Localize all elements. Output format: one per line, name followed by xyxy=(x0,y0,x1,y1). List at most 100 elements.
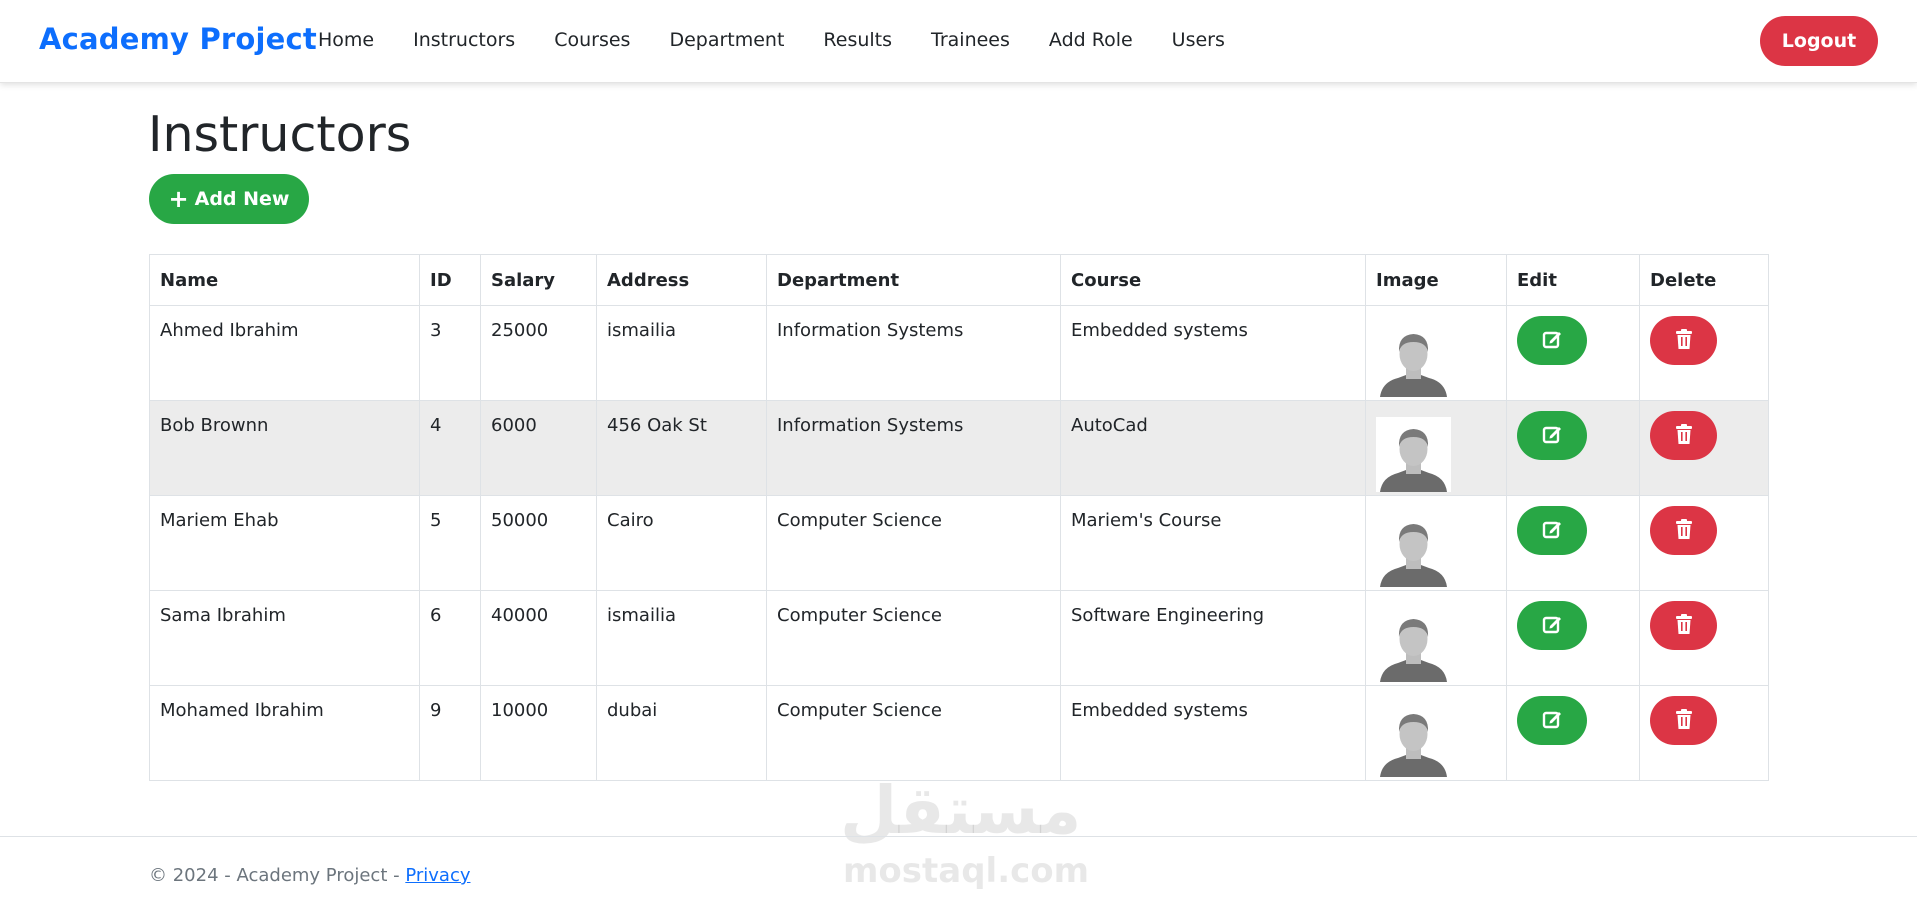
delete-button[interactable] xyxy=(1650,506,1717,555)
cell-image xyxy=(1365,305,1507,401)
footer-text: © 2024 - Academy Project - Privacy xyxy=(149,865,471,886)
avatar-placeholder-icon xyxy=(1376,322,1496,397)
cell-edit xyxy=(1506,305,1640,401)
cell-department: Information Systems xyxy=(766,400,1061,496)
trash-icon xyxy=(1674,518,1694,543)
header-image: Image xyxy=(1365,254,1507,306)
table-row: Ahmed Ibrahim 3 25000 ismailia Information S… xyxy=(149,305,1769,401)
cell-name: Ahmed Ibrahim xyxy=(149,305,420,401)
cell-course: Software Engineering xyxy=(1060,590,1366,686)
cell-address: ismailia xyxy=(596,590,767,686)
header-delete: Delete xyxy=(1639,254,1769,306)
delete-button[interactable] xyxy=(1650,601,1717,650)
navbar: Academy Project Home Instructors Courses… xyxy=(0,0,1917,83)
cell-id: 3 xyxy=(419,305,481,401)
plus-icon: + xyxy=(168,185,189,213)
cell-image xyxy=(1365,685,1507,781)
footer: © 2024 - Academy Project - Privacy xyxy=(0,836,1917,907)
trash-icon xyxy=(1674,613,1694,638)
nav-link-department[interactable]: Department xyxy=(669,29,784,51)
cell-id: 9 xyxy=(419,685,481,781)
cell-salary: 50000 xyxy=(480,495,597,591)
cell-edit xyxy=(1506,495,1640,591)
header-address: Address xyxy=(596,254,767,306)
edit-button[interactable] xyxy=(1517,316,1587,365)
edit-icon xyxy=(1541,613,1563,638)
brand-logo[interactable]: Academy Project xyxy=(39,22,317,56)
add-new-label: Add New xyxy=(194,188,290,210)
edit-button[interactable] xyxy=(1517,411,1587,460)
delete-button[interactable] xyxy=(1650,316,1717,365)
cell-address: Cairo xyxy=(596,495,767,591)
cell-id: 6 xyxy=(419,590,481,686)
edit-icon xyxy=(1541,518,1563,543)
cell-salary: 25000 xyxy=(480,305,597,401)
cell-name: Sama Ibrahim xyxy=(149,590,420,686)
footer-copyright: © 2024 - Academy Project - xyxy=(149,865,406,886)
nav-links: Home Instructors Courses Department Resu… xyxy=(318,29,1264,51)
cell-course: Mariem's Course xyxy=(1060,495,1366,591)
cell-course: Embedded systems xyxy=(1060,305,1366,401)
privacy-link[interactable]: Privacy xyxy=(405,865,470,886)
table-row: Mohamed Ibrahim 9 10000 dubai Computer Scien… xyxy=(149,685,1769,781)
nav-link-users[interactable]: Users xyxy=(1172,29,1225,51)
cell-delete xyxy=(1639,685,1769,781)
avatar-placeholder-icon xyxy=(1376,702,1496,777)
trash-icon xyxy=(1674,328,1694,353)
nav-link-courses[interactable]: Courses xyxy=(554,29,630,51)
edit-button[interactable] xyxy=(1517,601,1587,650)
nav-link-home[interactable]: Home xyxy=(318,29,374,51)
instructors-table: Name ID Salary Address Department Course… xyxy=(149,254,1769,781)
cell-image xyxy=(1365,495,1507,591)
edit-icon xyxy=(1541,328,1563,353)
cell-id: 4 xyxy=(419,400,481,496)
cell-course: AutoCad xyxy=(1060,400,1366,496)
add-new-button[interactable]: + Add New xyxy=(149,174,309,224)
delete-button[interactable] xyxy=(1650,696,1717,745)
edit-button[interactable] xyxy=(1517,506,1587,555)
cell-delete xyxy=(1639,495,1769,591)
header-edit: Edit xyxy=(1506,254,1640,306)
cell-course: Embedded systems xyxy=(1060,685,1366,781)
page-title: Instructors xyxy=(148,106,412,163)
cell-name: Mohamed Ibrahim xyxy=(149,685,420,781)
avatar-placeholder-icon xyxy=(1376,607,1496,682)
cell-salary: 10000 xyxy=(480,685,597,781)
cell-edit xyxy=(1506,685,1640,781)
table-body: Ahmed Ibrahim 3 25000 ismailia Information S… xyxy=(149,305,1769,781)
cell-department: Computer Science xyxy=(766,590,1061,686)
trash-icon xyxy=(1674,708,1694,733)
edit-icon xyxy=(1541,423,1563,448)
cell-department: Information Systems xyxy=(766,305,1061,401)
edit-icon xyxy=(1541,708,1563,733)
header-course: Course xyxy=(1060,254,1366,306)
nav-link-results[interactable]: Results xyxy=(823,29,892,51)
nav-link-add-role[interactable]: Add Role xyxy=(1049,29,1133,51)
cell-delete xyxy=(1639,305,1769,401)
trash-icon xyxy=(1674,423,1694,448)
header-name: Name xyxy=(149,254,420,306)
cell-department: Computer Science xyxy=(766,685,1061,781)
cell-image xyxy=(1365,400,1507,496)
cell-address: ismailia xyxy=(596,305,767,401)
cell-salary: 6000 xyxy=(480,400,597,496)
delete-button[interactable] xyxy=(1650,411,1717,460)
cell-salary: 40000 xyxy=(480,590,597,686)
avatar-placeholder-icon xyxy=(1376,417,1496,492)
cell-image xyxy=(1365,590,1507,686)
cell-name: Mariem Ehab xyxy=(149,495,420,591)
edit-button[interactable] xyxy=(1517,696,1587,745)
nav-link-instructors[interactable]: Instructors xyxy=(413,29,515,51)
cell-address: 456 Oak St xyxy=(596,400,767,496)
nav-link-trainees[interactable]: Trainees xyxy=(931,29,1010,51)
cell-edit xyxy=(1506,590,1640,686)
table-row: Bob Brownn 4 6000 456 Oak St Information Sys… xyxy=(149,400,1769,496)
avatar-placeholder-icon xyxy=(1376,512,1496,587)
cell-department: Computer Science xyxy=(766,495,1061,591)
header-salary: Salary xyxy=(480,254,597,306)
logout-button[interactable]: Logout xyxy=(1760,16,1878,66)
header-department: Department xyxy=(766,254,1061,306)
cell-edit xyxy=(1506,400,1640,496)
header-id: ID xyxy=(419,254,481,306)
table-header-row: Name ID Salary Address Department Course… xyxy=(149,254,1769,306)
